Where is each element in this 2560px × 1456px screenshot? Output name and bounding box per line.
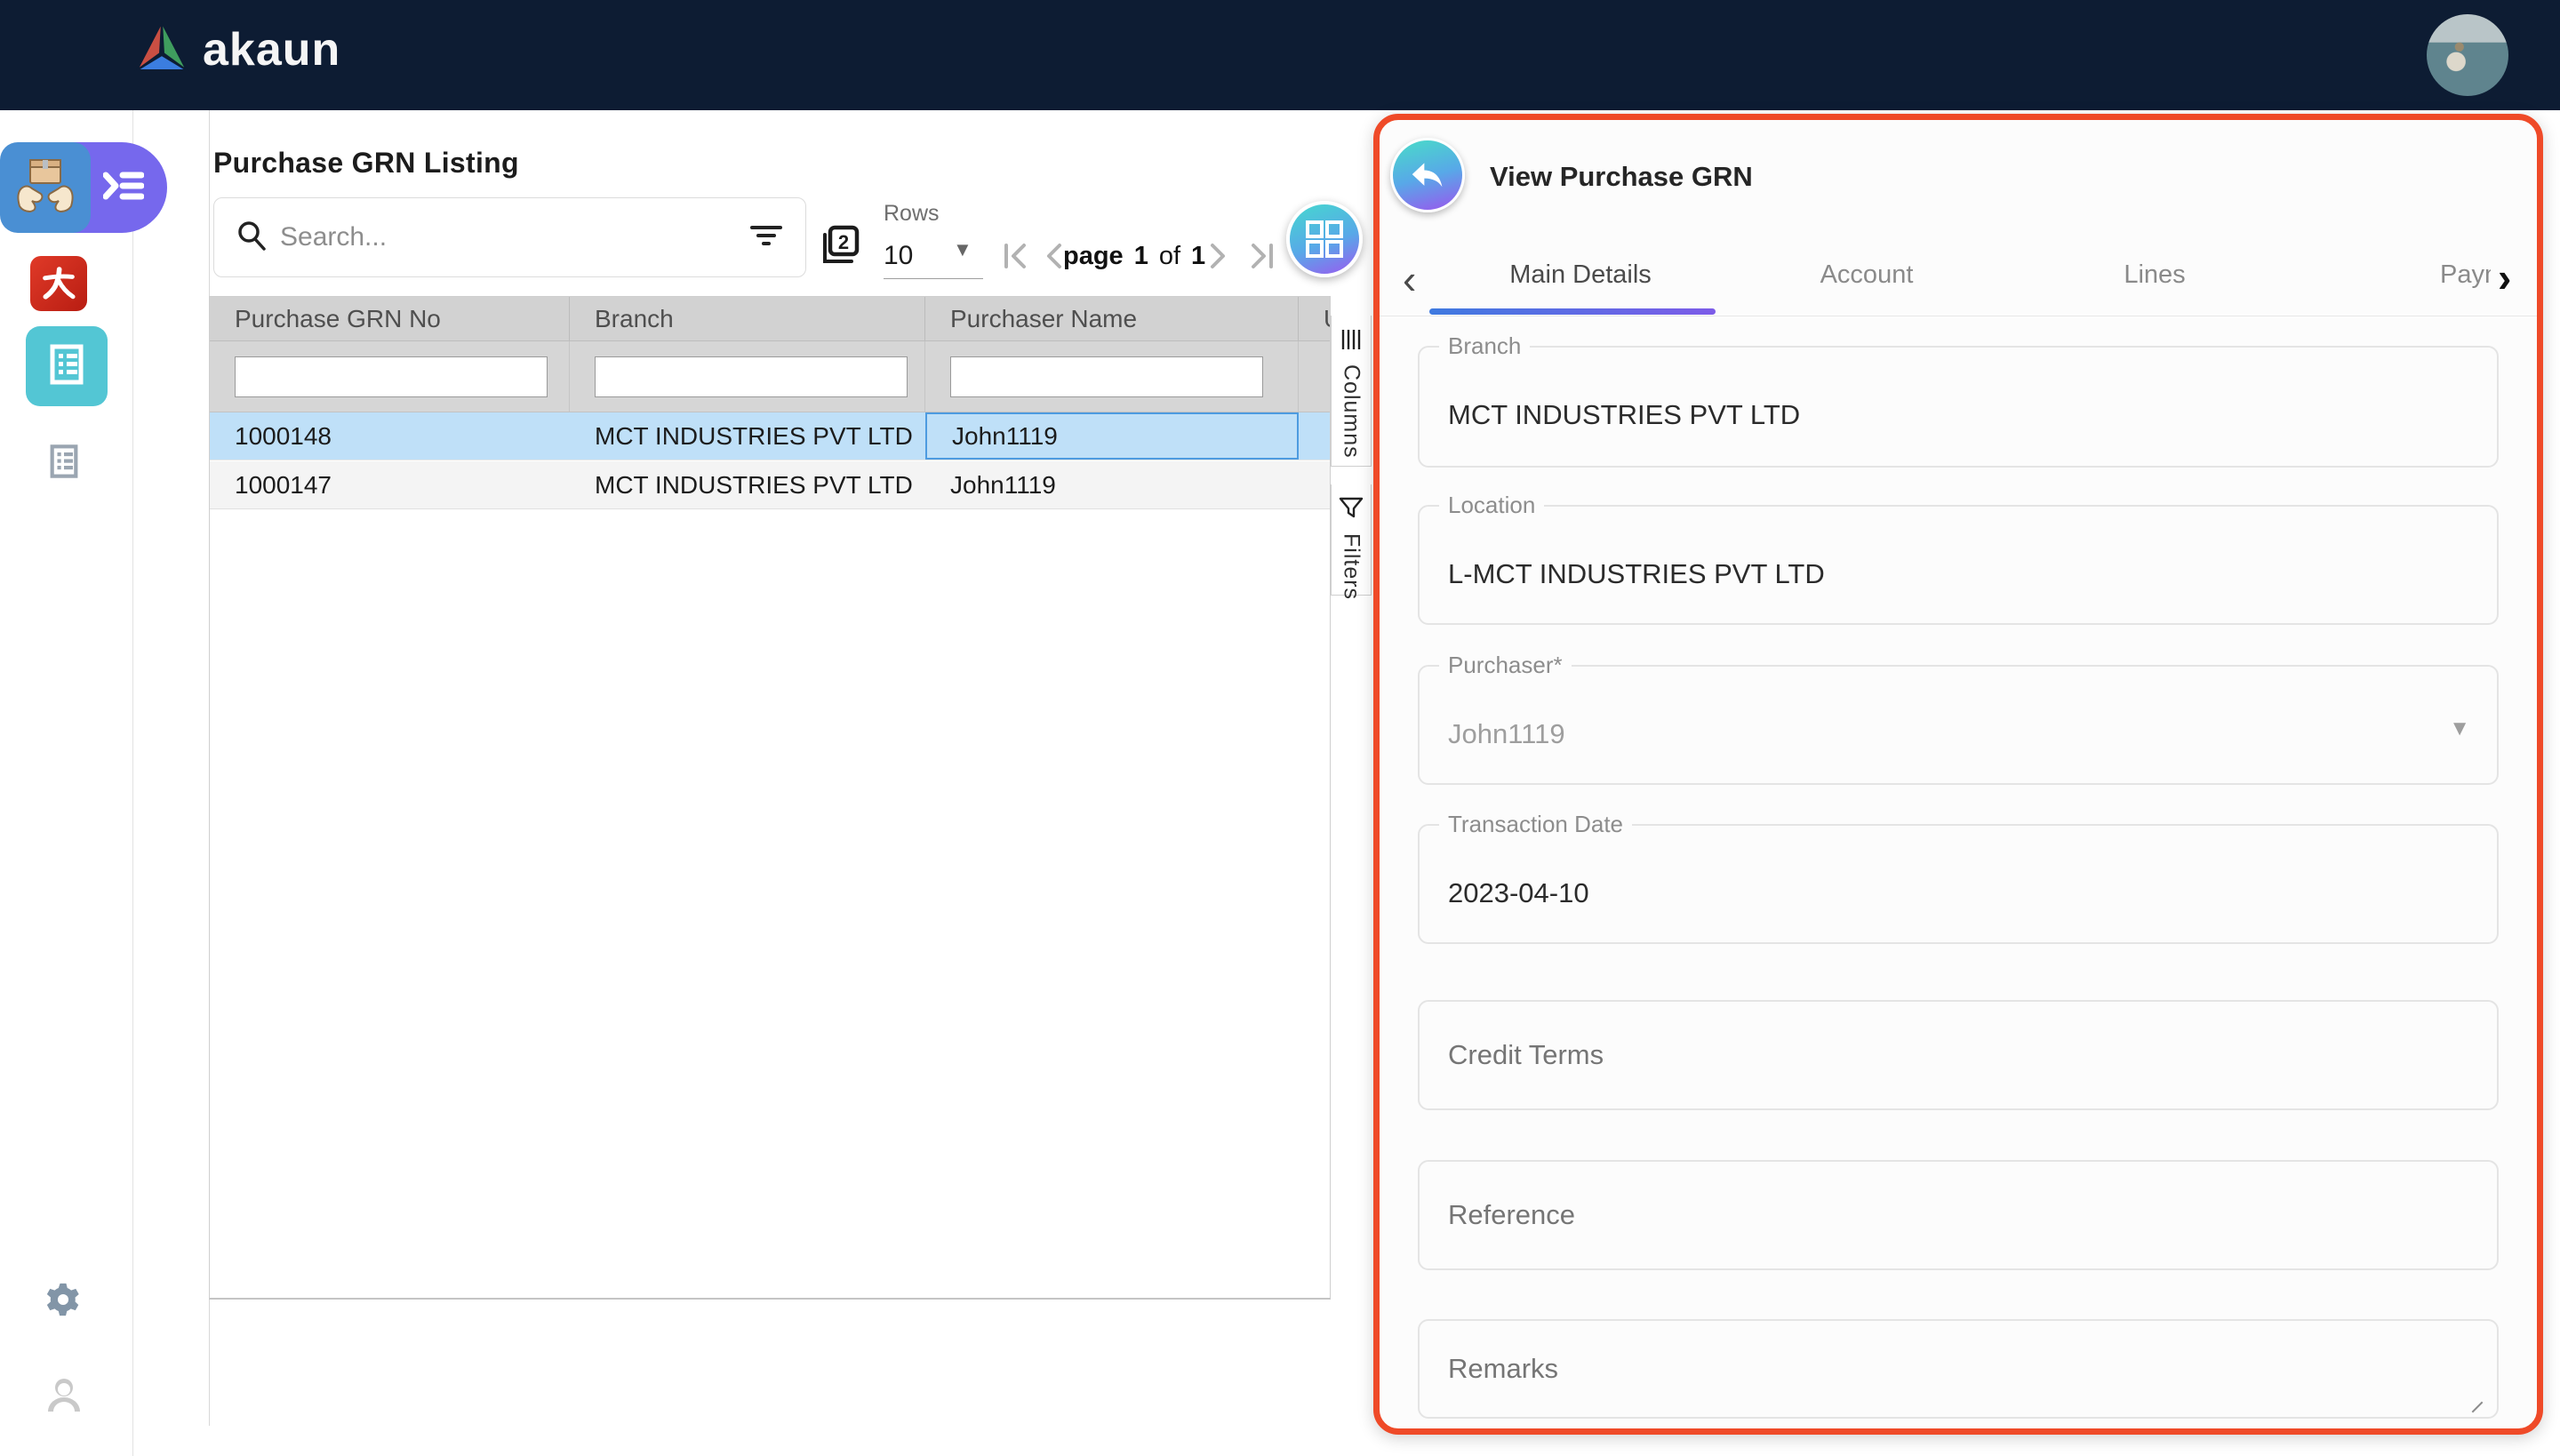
rows-value: 10 — [884, 241, 913, 271]
sidebar-item-listing-2[interactable] — [46, 444, 82, 479]
page-word: page — [1063, 242, 1124, 271]
col-header-branch[interactable]: Branch — [570, 297, 925, 340]
sidebar-item-da-app[interactable] — [30, 256, 87, 311]
active-tab-underline — [1429, 308, 1716, 315]
remarks-label: Remarks — [1448, 1353, 1558, 1385]
filter-input-purchaser[interactable] — [950, 356, 1263, 397]
document-list-gray-icon — [46, 444, 82, 479]
tabs-scroll-right-icon[interactable]: › — [2498, 253, 2511, 301]
transaction-date-field[interactable]: Transaction Date 2023-04-10 — [1418, 824, 2499, 944]
location-label: Location — [1439, 492, 1544, 519]
location-field[interactable]: Location L-MCT INDUSTRIES PVT LTD — [1418, 505, 2499, 625]
purchase-grn-table: Purchase GRN No Branch Purchaser Name Up… — [209, 296, 1331, 1300]
view-purchase-grn-panel: View Purchase GRN ‹ Main Details Account… — [1373, 114, 2543, 1435]
panel-tabs: ‹ Main Details Account Lines Payment › — [1380, 253, 2537, 317]
tab-payment[interactable]: Payment — [2440, 260, 2491, 290]
of-word: of — [1159, 242, 1180, 271]
search-bar — [213, 197, 806, 277]
sidebar-item-listing-active[interactable] — [26, 326, 108, 406]
cell-grn-no[interactable]: 1000148 — [210, 412, 570, 460]
cell-purchaser-selected[interactable]: John1119 — [925, 412, 1299, 460]
table-header-row: Purchase GRN No Branch Purchaser Name Up — [210, 297, 1330, 341]
page-title: Purchase GRN Listing — [213, 147, 519, 180]
total-pages-number: 1 — [1191, 242, 1205, 271]
cell-branch[interactable]: MCT INDUSTRIES PVT LTD — [570, 461, 925, 508]
back-button[interactable] — [1390, 138, 1465, 212]
filters-tab-label: Filters — [1339, 533, 1364, 600]
left-sidebar — [0, 110, 133, 1456]
reference-label: Reference — [1448, 1199, 1575, 1231]
akaun-logo[interactable]: akaun — [133, 20, 340, 79]
columns-side-tab[interactable]: Columns — [1331, 316, 1372, 467]
page-indicator: page 1 of 1 — [1063, 233, 1205, 279]
tab-main-details[interactable]: Main Details — [1438, 260, 1723, 290]
branch-field[interactable]: Branch MCT INDUSTRIES PVT LTD — [1418, 346, 2499, 468]
cell-grn-no[interactable]: 1000147 — [210, 461, 570, 508]
next-page-button[interactable] — [1205, 233, 1234, 279]
four-squares-icon — [1304, 219, 1345, 260]
brand-name: akaun — [203, 23, 340, 76]
filter-input-branch[interactable] — [595, 356, 908, 397]
grid-view-button[interactable] — [1286, 201, 1363, 277]
top-navbar: akaun — [0, 0, 2560, 110]
purchaser-value: John1119 — [1448, 718, 1565, 750]
filter-input-grn-no[interactable] — [235, 356, 548, 397]
app-root: akaun — [0, 0, 2560, 1456]
purchaser-caret-icon[interactable]: ▼ — [2449, 716, 2470, 741]
filters-side-tab[interactable]: Filters — [1331, 484, 1372, 596]
purchaser-select[interactable]: Purchaser* John1119 ▼ — [1418, 665, 2499, 785]
tab-account[interactable]: Account — [1724, 260, 2009, 290]
credit-terms-label: Credit Terms — [1448, 1039, 1604, 1071]
table-row[interactable]: 1000147 MCT INDUSTRIES PVT LTD John1119 — [210, 461, 1330, 509]
document-list-icon — [45, 343, 88, 390]
col-header-purchaser[interactable]: Purchaser Name — [925, 297, 1299, 340]
resize-handle-icon[interactable] — [2472, 1402, 2484, 1413]
duplicate-pages-icon[interactable]: 2 — [814, 220, 864, 270]
hands-box-icon — [14, 155, 76, 221]
columns-bars-icon — [1340, 328, 1363, 356]
col-header-grn-no[interactable]: Purchase GRN No — [210, 297, 570, 340]
last-page-button[interactable] — [1243, 233, 1278, 279]
funnel-icon — [1339, 497, 1364, 524]
filter-list-icon[interactable] — [748, 220, 784, 255]
tab-lines[interactable]: Lines — [2012, 260, 2297, 290]
first-page-button[interactable] — [999, 233, 1035, 279]
remarks-textarea[interactable]: Remarks — [1418, 1319, 2499, 1419]
rows-label: Rows — [884, 201, 940, 227]
column-filter-row — [210, 341, 1330, 412]
back-arrow-icon — [1408, 157, 1447, 193]
col-header-updated[interactable]: Up — [1299, 297, 1330, 340]
expand-menu-icon — [103, 168, 144, 208]
columns-tab-label: Columns — [1339, 364, 1364, 459]
cell-branch[interactable]: MCT INDUSTRIES PVT LTD — [570, 412, 925, 460]
panel-title: View Purchase GRN — [1490, 161, 1753, 193]
profile-person-icon[interactable] — [44, 1376, 84, 1412]
da-character-icon — [39, 263, 78, 305]
search-icon — [236, 220, 268, 256]
branch-label: Branch — [1439, 332, 1530, 360]
table-row-selected[interactable]: 1000148 MCT INDUSTRIES PVT LTD John1119 — [210, 412, 1330, 460]
branch-value: MCT INDUSTRIES PVT LTD — [1448, 399, 1800, 431]
credit-terms-field[interactable]: Credit Terms — [1418, 1000, 2499, 1110]
settings-gear-icon[interactable] — [46, 1282, 80, 1317]
sidebar-item-goods-received[interactable] — [0, 142, 91, 233]
rows-caret-icon[interactable]: ▼ — [953, 238, 972, 261]
location-value: L-MCT INDUSTRIES PVT LTD — [1448, 558, 1825, 590]
current-page-number: 1 — [1134, 242, 1148, 271]
transaction-date-label: Transaction Date — [1439, 811, 1632, 838]
reference-field[interactable]: Reference — [1418, 1160, 2499, 1270]
transaction-date-value: 2023-04-10 — [1448, 877, 1589, 909]
svg-text:2: 2 — [838, 231, 849, 253]
purchaser-label: Purchaser* — [1439, 652, 1572, 679]
akaun-triangle-icon — [133, 20, 190, 79]
search-input[interactable] — [280, 222, 748, 252]
cell-purchaser[interactable]: John1119 — [925, 461, 1299, 508]
tabs-scroll-left-icon[interactable]: ‹ — [1403, 255, 1416, 303]
user-avatar[interactable] — [2427, 14, 2508, 96]
